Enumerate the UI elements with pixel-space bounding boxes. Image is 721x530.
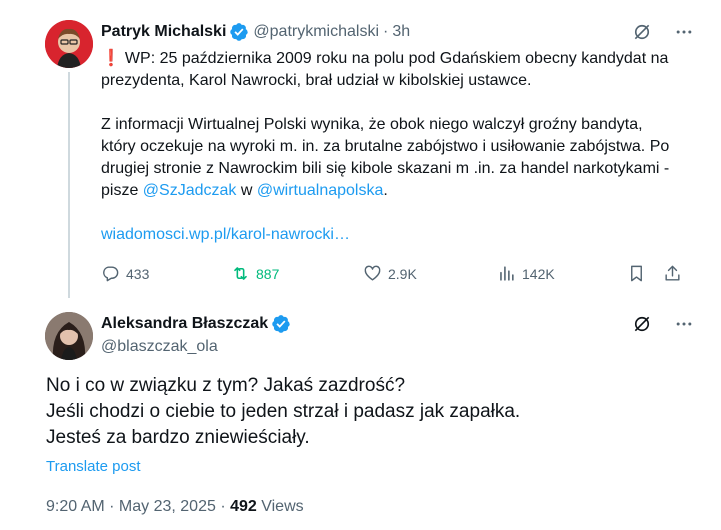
verified-badge-icon[interactable] <box>271 314 291 334</box>
mention-wirtualnapolska[interactable]: @wirtualnapolska <box>257 182 384 199</box>
post-time[interactable]: 3h <box>392 22 410 42</box>
grok-icon[interactable] <box>632 314 652 334</box>
post-views-count: 492 <box>230 498 257 515</box>
post-timestamp[interactable]: 9:20 AM · May 23, 2025 · <box>46 498 230 515</box>
views-icon <box>500 266 514 281</box>
like-button[interactable]: 2.9K <box>363 264 417 283</box>
views-button[interactable]: 142K <box>497 264 555 283</box>
views-count: 142K <box>522 265 555 282</box>
tweet-line-3: Jesteś za bardzo zniewieściały. <box>46 427 310 448</box>
paragraph-1-text: WP: 25 października 2009 roku na polu po… <box>101 50 669 89</box>
grok-icon[interactable] <box>632 22 652 42</box>
tweet-header: Patryk Michalski @patrykmichalski · 3h <box>101 22 410 42</box>
connector-text: w <box>236 182 257 199</box>
like-count: 2.9K <box>388 265 417 282</box>
share-icon <box>665 265 680 281</box>
author-name[interactable]: Patryk Michalski <box>101 22 226 42</box>
tweet-paragraph-3: wiadomosci.wp.pl/karol-nawrocki… <box>101 224 681 246</box>
author-name-2[interactable]: Aleksandra Błaszczak <box>101 314 268 334</box>
header-actions <box>632 22 694 42</box>
exclamation-emoji: ❗ <box>101 50 121 67</box>
header-actions-2 <box>632 314 694 334</box>
reply-button[interactable]: 433 <box>101 264 149 283</box>
verified-badge-icon[interactable] <box>229 22 249 42</box>
author-handle-2[interactable]: @blaszczak_ola <box>101 337 218 357</box>
author-handle[interactable]: @patrykmichalski <box>253 22 379 42</box>
repost-button[interactable]: 887 <box>231 264 279 283</box>
mention-szjadczak[interactable]: @SzJadczak <box>143 182 237 199</box>
repost-count: 887 <box>256 265 280 282</box>
more-icon[interactable] <box>674 314 694 334</box>
bookmark-button[interactable] <box>627 264 652 283</box>
thread-connector-line <box>68 72 70 298</box>
quoted-thread-tweet[interactable]: Patryk Michalski @patrykmichalski · 3h ❗… <box>0 0 721 298</box>
separator-dot: · <box>383 23 389 40</box>
post-metadata: 9:20 AM · May 23, 2025 · 492 Views <box>46 497 304 517</box>
tweet-header-2: Aleksandra Błaszczak <box>101 314 295 334</box>
avatar-aleksandra-blaszczak[interactable] <box>45 312 93 360</box>
tweet-text: ❗ WP: 25 października 2009 roku na polu p… <box>101 48 681 246</box>
article-link[interactable]: wiadomosci.wp.pl/karol-nawrocki… <box>101 226 350 243</box>
avatar-image <box>45 20 93 68</box>
reply-icon <box>103 266 119 282</box>
tweet-paragraph-2: Z informacji Wirtualnej Polski wynika, ż… <box>101 114 681 202</box>
tweet-action-bar: 433 887 2.9K 142K <box>101 264 685 284</box>
post-views-label: Views <box>256 498 304 515</box>
tweet-line-1: No i co w związku z tym? Jakaś zazdrość? <box>46 375 406 396</box>
translate-post-link[interactable]: Translate post <box>46 458 141 476</box>
avatar-patryk-michalski[interactable] <box>45 20 93 68</box>
period-text: . <box>383 182 388 199</box>
avatar-image <box>45 312 93 360</box>
bookmark-icon <box>631 265 642 282</box>
tweet-paragraph-1: ❗ WP: 25 października 2009 roku na polu p… <box>101 48 681 92</box>
tweet-text-2: No i co w związku z tym? Jakaś zazdrość?… <box>46 373 676 451</box>
reply-count: 433 <box>126 265 150 282</box>
like-icon <box>364 265 381 281</box>
more-icon[interactable] <box>674 22 694 42</box>
tweet-line-2: Jeśli chodzi o ciebie to jeden strzał i … <box>46 401 521 422</box>
share-button[interactable] <box>663 264 688 283</box>
repost-icon <box>234 267 247 280</box>
